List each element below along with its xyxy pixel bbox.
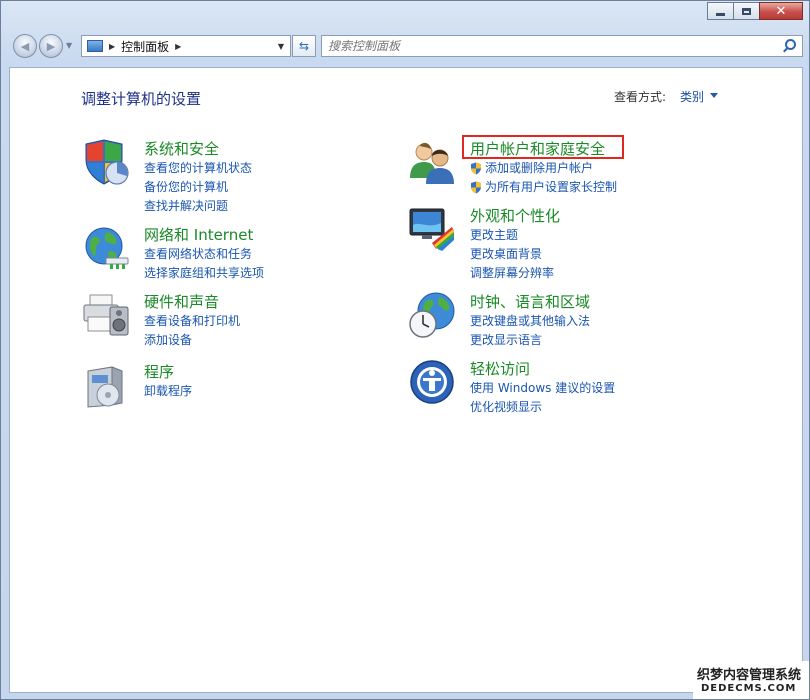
link-windows-suggested-settings[interactable]: 使用 Windows 建议的设置 bbox=[470, 379, 615, 398]
category-links: 使用 Windows 建议的设置 优化视频显示 bbox=[470, 379, 615, 417]
search-input[interactable] bbox=[322, 38, 782, 54]
link-troubleshoot[interactable]: 查找并解决问题 bbox=[144, 197, 252, 216]
printer-speaker-icon bbox=[83, 294, 129, 336]
category-title[interactable]: 系统和安全 bbox=[144, 138, 219, 159]
monitor-paint-icon bbox=[409, 208, 454, 251]
maximize-button[interactable] bbox=[733, 2, 760, 20]
forward-button[interactable]: ▶ bbox=[39, 34, 63, 58]
category-links: 更改主题 更改桌面背景 调整屏幕分辨率 bbox=[470, 226, 554, 283]
link-change-background[interactable]: 更改桌面背景 bbox=[470, 245, 554, 264]
category-links: 查看设备和打印机 添加设备 bbox=[144, 312, 240, 350]
page-title: 调整计算机的设置 bbox=[81, 90, 202, 108]
refresh-icon: ⇆ bbox=[298, 39, 310, 53]
category-links: 查看网络状态和任务 选择家庭组和共享选项 bbox=[144, 245, 264, 283]
minimize-icon bbox=[716, 12, 725, 16]
link-add-remove-accounts[interactable]: 添加或删除用户帐户 bbox=[470, 159, 617, 178]
navigation-bar: ◀ ▶ ▼ ▶ 控制面板 ▶ ▼ ⇆ bbox=[9, 33, 803, 61]
category-title[interactable]: 网络和 Internet bbox=[144, 224, 253, 245]
search-icon[interactable] bbox=[782, 39, 796, 53]
category-title[interactable]: 程序 bbox=[144, 361, 174, 382]
link-view-computer-status[interactable]: 查看您的计算机状态 bbox=[144, 159, 252, 178]
link-homegroup-sharing[interactable]: 选择家庭组和共享选项 bbox=[144, 264, 264, 283]
link-optimize-video-display[interactable]: 优化视频显示 bbox=[470, 398, 615, 417]
uac-shield-icon bbox=[471, 162, 481, 175]
breadcrumb-control-panel[interactable]: 控制面板 bbox=[121, 38, 169, 55]
link-screen-resolution[interactable]: 调整屏幕分辨率 bbox=[470, 264, 554, 283]
search-box bbox=[321, 35, 803, 57]
refresh-button[interactable]: ⇆ bbox=[292, 35, 316, 57]
address-bar[interactable]: ▶ 控制面板 ▶ ▼ bbox=[81, 35, 291, 57]
watermark-line2: DEDECMS.COM bbox=[701, 683, 797, 694]
link-parental-controls[interactable]: 为所有用户设置家长控制 bbox=[470, 178, 617, 197]
link-change-display-language[interactable]: 更改显示语言 bbox=[470, 331, 590, 350]
globe-network-icon bbox=[85, 227, 129, 269]
forward-arrow-icon: ▶ bbox=[46, 39, 56, 53]
highlight-box bbox=[462, 135, 624, 159]
category-title[interactable]: 时钟、语言和区域 bbox=[470, 291, 590, 312]
link-change-theme[interactable]: 更改主题 bbox=[470, 226, 554, 245]
category-title[interactable]: 轻松访问 bbox=[470, 358, 530, 379]
recent-pages-dropdown-icon[interactable]: ▼ bbox=[66, 41, 72, 50]
link-devices-printers[interactable]: 查看设备和打印机 bbox=[144, 312, 240, 331]
maximize-icon bbox=[742, 7, 751, 15]
globe-clock-icon bbox=[409, 292, 455, 338]
link-add-device[interactable]: 添加设备 bbox=[144, 331, 240, 350]
view-by-caret-icon[interactable] bbox=[710, 93, 718, 98]
category-links: 添加或删除用户帐户 为所有用户设置家长控制 bbox=[470, 159, 617, 197]
minimize-button[interactable] bbox=[707, 2, 734, 20]
content-pane: 调整计算机的设置 查看方式: 类别 系统和安全 查看您的计算机状态 备份您的计算… bbox=[9, 67, 803, 693]
watermark: 织梦内容管理系统 DEDECMS.COM bbox=[693, 661, 809, 699]
shield-pie-icon bbox=[85, 139, 129, 185]
link-backup-computer[interactable]: 备份您的计算机 bbox=[144, 178, 252, 197]
view-by-dropdown[interactable]: 类别 bbox=[680, 88, 704, 105]
watermark-line1: 织梦内容管理系统 bbox=[697, 668, 802, 683]
breadcrumb-arrow-icon[interactable]: ▶ bbox=[109, 42, 115, 51]
control-panel-icon bbox=[87, 40, 103, 52]
link-text[interactable]: 为所有用户设置家长控制 bbox=[485, 178, 617, 197]
address-dropdown-icon[interactable]: ▼ bbox=[278, 42, 284, 51]
caption-buttons: ✕ bbox=[707, 2, 803, 20]
software-box-icon bbox=[87, 366, 123, 408]
link-change-input-methods[interactable]: 更改键盘或其他输入法 bbox=[470, 312, 590, 331]
control-panel-window: ✕ ◀ ▶ ▼ ▶ 控制面板 ▶ ▼ ⇆ 调整计算机的设置 查看方式: 类别 bbox=[0, 0, 810, 700]
close-icon: ✕ bbox=[775, 3, 787, 19]
category-links: 更改键盘或其他输入法 更改显示语言 bbox=[470, 312, 590, 350]
category-links: 查看您的计算机状态 备份您的计算机 查找并解决问题 bbox=[144, 159, 252, 216]
view-by-label: 查看方式: bbox=[614, 90, 667, 104]
back-button[interactable]: ◀ bbox=[13, 34, 37, 58]
link-view-network-status[interactable]: 查看网络状态和任务 bbox=[144, 245, 264, 264]
close-button[interactable]: ✕ bbox=[759, 2, 803, 20]
breadcrumb-arrow-icon[interactable]: ▶ bbox=[175, 42, 181, 51]
accessibility-icon bbox=[410, 360, 454, 404]
link-text[interactable]: 添加或删除用户帐户 bbox=[485, 159, 593, 178]
link-uninstall-program[interactable]: 卸载程序 bbox=[144, 382, 192, 401]
category-title[interactable]: 硬件和声音 bbox=[144, 291, 219, 312]
users-icon bbox=[410, 142, 454, 184]
uac-shield-icon bbox=[471, 181, 481, 194]
back-arrow-icon: ◀ bbox=[20, 39, 30, 53]
category-links: 卸载程序 bbox=[144, 382, 192, 401]
category-title[interactable]: 外观和个性化 bbox=[470, 205, 560, 226]
